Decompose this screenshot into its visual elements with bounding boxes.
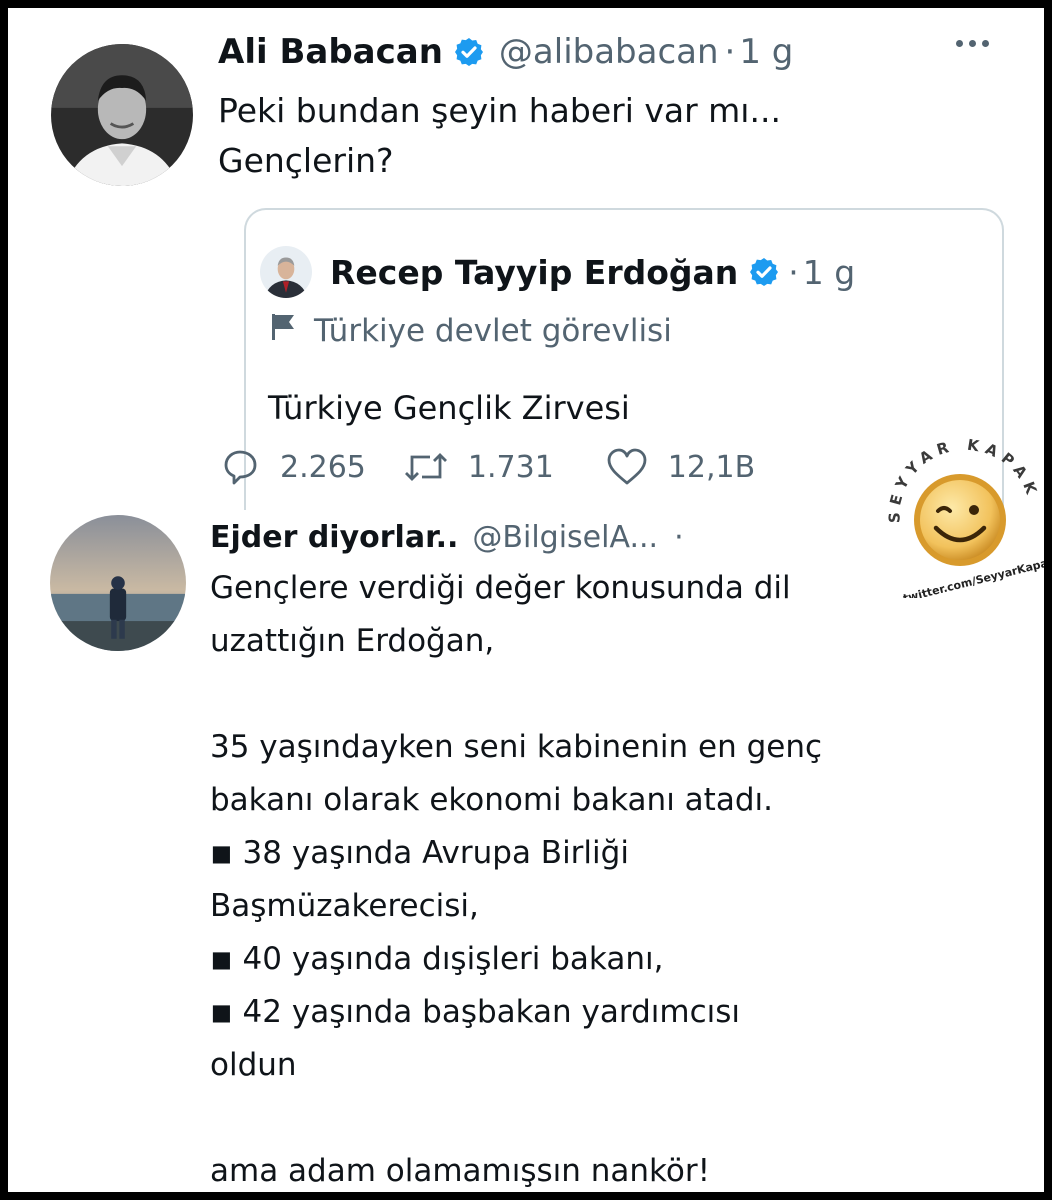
like-button[interactable]: 12,1B — [606, 448, 755, 486]
separator-dot: · — [788, 252, 799, 292]
reply-tweet-text: Gençlere verdiği değer konusunda dil uza… — [210, 570, 823, 1189]
reply-author-name[interactable]: Ejder diyorlar.. — [210, 520, 458, 555]
reply-count: 2.265 — [280, 449, 366, 485]
government-label-text: Türkiye devlet görevlisi — [314, 313, 672, 349]
reply-icon — [220, 449, 260, 485]
avatar-erdogan[interactable] — [260, 246, 312, 298]
tweet-action-bar: 2.265 1.731 12,1B — [220, 448, 755, 486]
reply-author-handle[interactable]: @BilgiselA... — [472, 520, 658, 555]
quoted-author-name[interactable]: Recep Tayyip Erdoğan — [330, 253, 738, 292]
main-tweet-text: Peki bundan şeyin haberi var mı... Gençl… — [218, 91, 781, 180]
avatar-ejder[interactable] — [50, 515, 186, 651]
quoted-tweet-time[interactable]: 1 g — [803, 253, 855, 292]
quoted-tweet-header: Recep Tayyip Erdoğan · 1 g — [330, 246, 855, 298]
retweet-button[interactable]: 1.731 — [404, 449, 554, 485]
main-tweet-header: Ali Babacan @alibabacan · 1 g — [218, 24, 793, 80]
verified-badge-icon — [748, 256, 780, 288]
separator-dot: · — [724, 32, 736, 72]
reply-button[interactable]: 2.265 — [220, 449, 366, 485]
reply-tweet-header: Ejder diyorlar.. @BilgiselA... · — [210, 512, 684, 562]
quoted-tweet-text: Türkiye Gençlik Zirvesi — [268, 389, 630, 427]
like-count: 12,1B — [667, 449, 756, 485]
retweet-count: 1.731 — [467, 449, 554, 485]
separator-dot: · — [674, 519, 684, 555]
government-label: Türkiye devlet görevlisi — [270, 308, 672, 354]
seyyar-kapakci-watermark: SEYYAR KAPAKÇI twitter.com/SeyyarKapakci — [861, 414, 1044, 605]
heart-icon — [606, 448, 648, 486]
avatar-ali-babacan[interactable] — [51, 44, 193, 186]
tweet-time[interactable]: 1 g — [739, 32, 793, 72]
retweet-icon — [404, 449, 448, 485]
author-name[interactable]: Ali Babacan — [218, 32, 443, 72]
verified-badge-icon — [453, 36, 485, 68]
flag-icon — [270, 312, 296, 350]
more-options-icon[interactable] — [956, 40, 989, 47]
author-handle[interactable]: @alibabacan — [499, 32, 719, 72]
bottle-cap-smiley-icon — [914, 474, 1006, 566]
screenshot-frame: Ali Babacan @alibabacan · 1 g Peki bunda… — [8, 8, 1044, 1192]
